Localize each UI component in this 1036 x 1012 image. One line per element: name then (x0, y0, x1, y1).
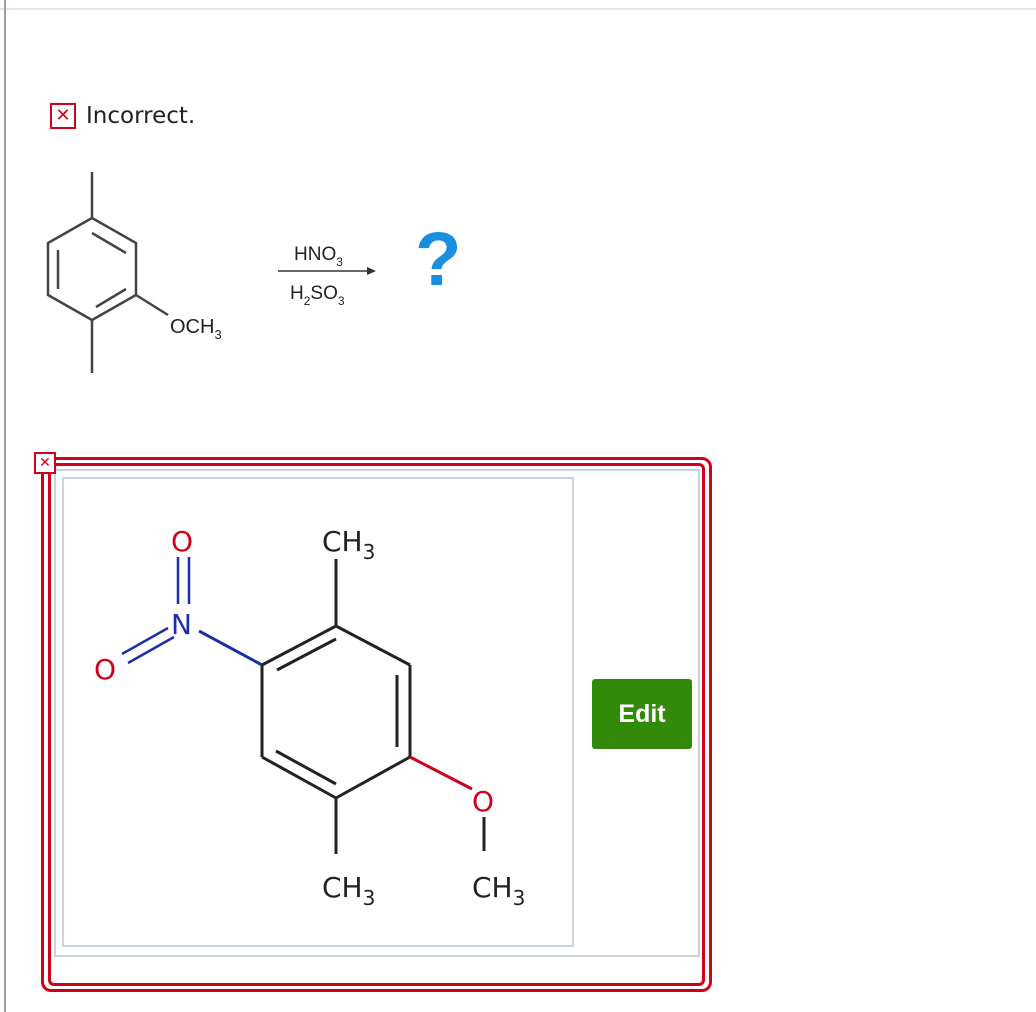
molecule-drawing-area[interactable]: O N O O CH3 CH3 CH3 (62, 477, 574, 947)
edit-button[interactable]: Edit (592, 679, 692, 749)
top-methyl-label: CH3 (322, 525, 375, 564)
window-left-edge (0, 0, 6, 1012)
methoxy-methyl-label: CH3 (472, 871, 525, 910)
oxygen-left-label: O (94, 653, 116, 686)
starting-material-structure (46, 172, 169, 373)
methoxy-label: OCH3 (170, 316, 222, 342)
unknown-product-marker: ? (415, 217, 462, 302)
answer-molecule-structure: O N O O CH3 CH3 CH3 (94, 525, 525, 910)
feedback-status: ✕ Incorrect. (50, 103, 195, 129)
methoxy-oxygen-label: O (472, 785, 494, 818)
answer-incorrect-x-icon: ✕ (34, 452, 56, 474)
oxygen-top-label: O (171, 525, 193, 558)
bottom-methyl-label: CH3 (322, 871, 375, 910)
reagent-top-label: HNO3 (294, 244, 343, 269)
reagent-bottom-label: H2SO3 (290, 283, 345, 308)
nitro-nitrogen-label: N (171, 608, 192, 641)
reaction-scheme: OCH3 HNO3 H2SO3 (46, 172, 376, 373)
incorrect-x-icon: ✕ (50, 103, 76, 129)
status-text: Incorrect. (86, 103, 196, 129)
reaction-arrow (278, 267, 376, 275)
window-top-edge (0, 0, 1036, 10)
